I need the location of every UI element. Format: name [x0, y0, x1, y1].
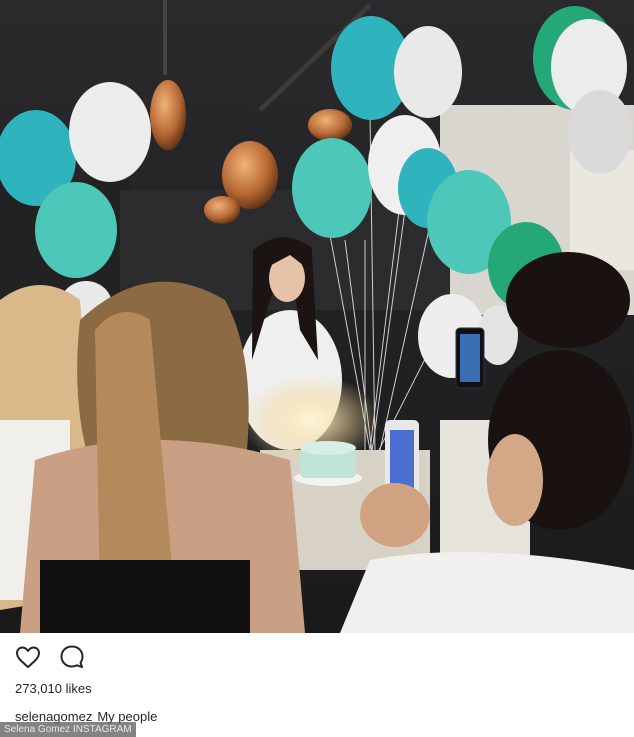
- hand-holding-phone: [360, 483, 430, 547]
- photo-credit: Selena Gomez INSTAGRAM: [0, 722, 136, 737]
- black-top: [40, 560, 250, 633]
- copper-pan: [308, 109, 352, 141]
- cake-top: [300, 441, 356, 455]
- balloon-white: [394, 26, 462, 118]
- heart-outline-icon: [16, 646, 40, 668]
- copper-pan: [204, 196, 240, 224]
- copper-pot: [150, 80, 186, 150]
- balloon-white: [568, 90, 632, 174]
- balloon-mint: [292, 138, 372, 238]
- comment-bubble-icon: [60, 645, 84, 668]
- post-actions: [14, 643, 86, 671]
- likes-count[interactable]: 273,010 likes: [15, 681, 92, 696]
- phone-screen: [460, 334, 480, 382]
- like-button[interactable]: [14, 643, 42, 671]
- post-photo[interactable]: [0, 0, 634, 633]
- dark-hair-right: [506, 252, 630, 348]
- comment-button[interactable]: [58, 643, 86, 671]
- party-scene: [0, 0, 634, 633]
- balloon-white: [69, 82, 151, 182]
- face-foreground: [487, 434, 543, 526]
- balloon-mint: [35, 182, 117, 278]
- white-tshirt-foreground: [340, 552, 634, 633]
